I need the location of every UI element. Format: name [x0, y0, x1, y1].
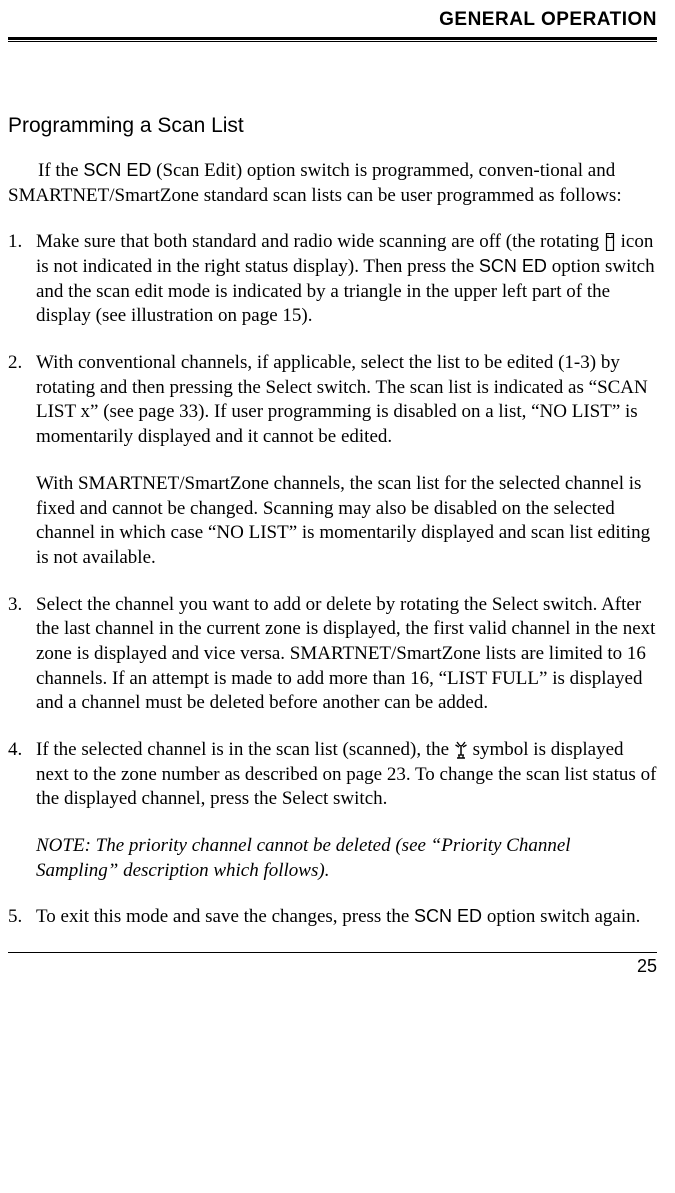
step-1-text-a: Make sure that both standard and radio w… — [36, 231, 604, 252]
step-2: With conventional channels, if applicabl… — [8, 351, 657, 571]
step-4-text-a: If the selected channel is in the scan l… — [36, 739, 454, 760]
step-3: Select the channel you want to add or de… — [8, 593, 657, 716]
scn-ed-label: SCN ED — [83, 160, 151, 180]
step-3-text: Select the channel you want to add or de… — [36, 593, 657, 716]
step-1: Make sure that both standard and radio w… — [8, 230, 657, 329]
page-content: Programming a Scan List If the SCN ED (S… — [8, 42, 657, 930]
step-4: If the selected channel is in the scan l… — [8, 738, 657, 883]
page-number: 25 — [8, 952, 657, 978]
step-1-text: Make sure that both standard and radio w… — [36, 230, 657, 329]
document-page: GENERAL OPERATION Programming a Scan Lis… — [0, 0, 675, 991]
step-5: To exit this mode and save the changes, … — [8, 905, 657, 930]
step-4-text: If the selected channel is in the scan l… — [36, 738, 657, 812]
step-2-text-b: With SMARTNET/SmartZone channels, the sc… — [36, 472, 657, 571]
step-5-text: To exit this mode and save the changes, … — [36, 905, 657, 930]
step-2-text-a: With conventional channels, if applicabl… — [36, 351, 657, 450]
step-5-text-b: option switch again. — [482, 906, 640, 927]
intro-text-a: If the — [38, 160, 83, 181]
step-4-note: NOTE: The priority channel cannot be del… — [36, 834, 657, 883]
scn-ed-label: SCN ED — [479, 256, 547, 276]
steps-list: Make sure that both standard and radio w… — [8, 230, 657, 930]
page-header: GENERAL OPERATION — [8, 8, 657, 37]
header-rule-thick — [8, 37, 657, 40]
section-title: Programming a Scan List — [8, 112, 657, 139]
scn-ed-label: SCN ED — [414, 906, 482, 926]
antenna-icon — [454, 741, 468, 759]
step-5-text-a: To exit this mode and save the changes, … — [36, 906, 414, 927]
rotating-scan-icon — [604, 233, 616, 251]
intro-paragraph: If the SCN ED (Scan Edit) option switch … — [8, 159, 657, 208]
